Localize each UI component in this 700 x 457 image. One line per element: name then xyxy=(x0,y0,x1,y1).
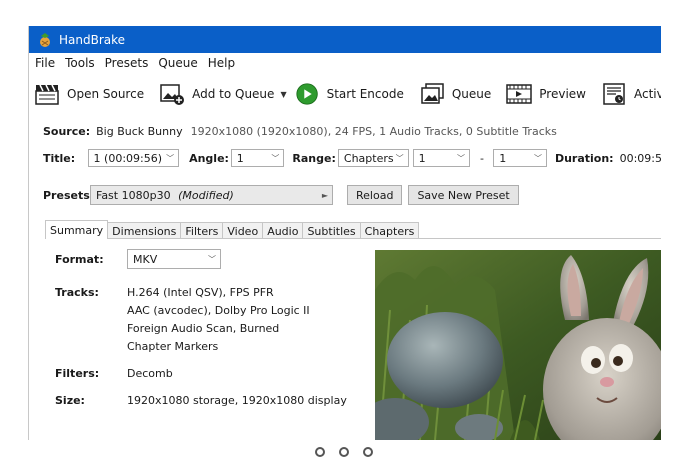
tab-video[interactable]: Video xyxy=(222,222,264,239)
tab-filters[interactable]: Filters xyxy=(180,222,224,239)
track-chapters: Chapter Markers xyxy=(127,340,219,353)
open-source-button[interactable]: Open Source xyxy=(29,76,148,112)
source-details: 1920x1080 (1920x1080), 24 FPS, 1 Audio T… xyxy=(190,124,557,138)
title-row: Title: 1 (00:09:56) ﹀ Angle: 1 ﹀ Range: … xyxy=(29,148,661,168)
duration-value: 00:09:56 xyxy=(619,151,661,165)
format-label: Format: xyxy=(55,253,104,266)
chevron-down-icon: ﹀ xyxy=(208,254,216,264)
chevron-right-icon: ► xyxy=(321,190,328,200)
add-picture-icon xyxy=(160,84,185,105)
preview-thumbnail xyxy=(375,250,661,440)
title-value: 1 (00:09:56) xyxy=(93,151,163,165)
track-subtitle: Foreign Audio Scan, Burned xyxy=(127,322,280,335)
chevron-down-icon: ﹀ xyxy=(457,153,466,163)
chevron-down-icon: ﹀ xyxy=(166,153,175,163)
preview-button[interactable]: Preview xyxy=(501,76,590,112)
window-title: HandBrake xyxy=(59,32,126,47)
toolbar: Open Source Add to Queue ▼ Start Encode xyxy=(29,74,661,114)
chevron-down-icon: ﹀ xyxy=(271,153,280,163)
start-encode-button[interactable]: Start Encode xyxy=(291,76,408,112)
track-video: H.264 (Intel QSV), FPS PFR xyxy=(127,286,274,299)
queue-label: Queue xyxy=(451,87,492,101)
activity-log-icon xyxy=(603,83,625,105)
preset-name: Fast 1080p30 xyxy=(96,188,171,202)
tab-summary[interactable]: Summary xyxy=(45,220,109,239)
tab-dimensions[interactable]: Dimensions xyxy=(107,222,182,239)
track-audio: AAC (avcodec), Dolby Pro Logic II xyxy=(127,304,310,317)
menu-presets[interactable]: Presets xyxy=(105,56,149,70)
filters-value: Decomb xyxy=(127,367,173,380)
source-name: Big Buck Bunny xyxy=(96,124,183,138)
range-end-value: 1 xyxy=(499,151,507,165)
reload-button[interactable]: Reload xyxy=(347,185,403,205)
range-dash: - xyxy=(480,151,485,165)
presets-label: Presets: xyxy=(43,188,95,202)
pineapple-icon xyxy=(40,32,50,47)
bunny-scene-image xyxy=(375,250,661,440)
format-value: MKV xyxy=(133,252,158,266)
range-start-value: 1 xyxy=(418,151,426,165)
size-label: Size: xyxy=(55,394,85,407)
title-select[interactable]: 1 (00:09:56) ﹀ xyxy=(87,149,180,167)
add-to-queue-button[interactable]: Add to Queue ▼ xyxy=(154,76,291,112)
range-label: Range: xyxy=(292,151,336,165)
presets-row: Presets: Fast 1080p30 (Modified) ► Reloa… xyxy=(29,184,661,206)
activity-label: Activity xyxy=(634,87,661,101)
chevron-down-icon: ﹀ xyxy=(533,153,542,163)
angle-select[interactable]: 1 ﹀ xyxy=(230,149,285,167)
clapperboard-icon xyxy=(35,84,59,105)
menu-tools[interactable]: Tools xyxy=(65,56,95,70)
preset-modified: (Modified) xyxy=(178,188,234,202)
source-row: Source: Big Buck Bunny 1920x1080 (1920x1… xyxy=(29,124,661,138)
tab-chapters[interactable]: Chapters xyxy=(359,222,420,239)
activity-button[interactable]: Activity xyxy=(596,76,661,112)
range-type-value: Chapters xyxy=(343,151,394,165)
open-source-label: Open Source xyxy=(67,87,145,101)
chevron-down-icon[interactable]: ▼ xyxy=(280,90,286,99)
tab-audio[interactable]: Audio xyxy=(262,222,304,239)
menu-bar: File Tools Presets Queue Help xyxy=(29,53,661,73)
chevron-down-icon: ﹀ xyxy=(395,153,404,163)
angle-label: Angle: xyxy=(189,151,229,165)
tab-strip: Summary Dimensions Filters Video Audio S… xyxy=(45,220,420,239)
range-start-select[interactable]: 1 ﹀ xyxy=(412,149,471,167)
tracks-label: Tracks: xyxy=(55,286,99,299)
title-bar[interactable]: HandBrake xyxy=(29,26,661,53)
start-encode-label: Start Encode xyxy=(326,87,404,101)
angle-value: 1 xyxy=(236,151,244,165)
duration-label: Duration: xyxy=(554,151,614,165)
size-value: 1920x1080 storage, 1920x1080 display xyxy=(127,394,347,407)
film-play-icon xyxy=(506,84,533,104)
format-select[interactable]: MKV ﹀ xyxy=(127,249,221,269)
tab-subtitles[interactable]: Subtitles xyxy=(302,222,361,239)
title-label: Title: xyxy=(43,151,76,165)
filters-label: Filters: xyxy=(55,367,100,380)
menu-queue[interactable]: Queue xyxy=(158,56,197,70)
menu-help[interactable]: Help xyxy=(208,56,235,70)
stacked-pictures-icon xyxy=(421,83,444,104)
handbrake-window: HandBrake File Tools Presets Queue Help … xyxy=(28,26,661,440)
range-type-select[interactable]: Chapters ﹀ xyxy=(337,149,409,167)
add-to-queue-label: Add to Queue xyxy=(192,87,275,101)
queue-button[interactable]: Queue xyxy=(414,76,495,112)
range-end-select[interactable]: 1 ﹀ xyxy=(493,149,547,167)
presets-select[interactable]: Fast 1080p30 (Modified) ► xyxy=(90,185,333,205)
source-label: Source: xyxy=(43,124,91,138)
menu-file[interactable]: File xyxy=(35,56,55,70)
play-icon xyxy=(295,83,318,105)
preview-label: Preview xyxy=(539,87,586,101)
save-new-preset-button[interactable]: Save New Preset xyxy=(408,185,519,205)
